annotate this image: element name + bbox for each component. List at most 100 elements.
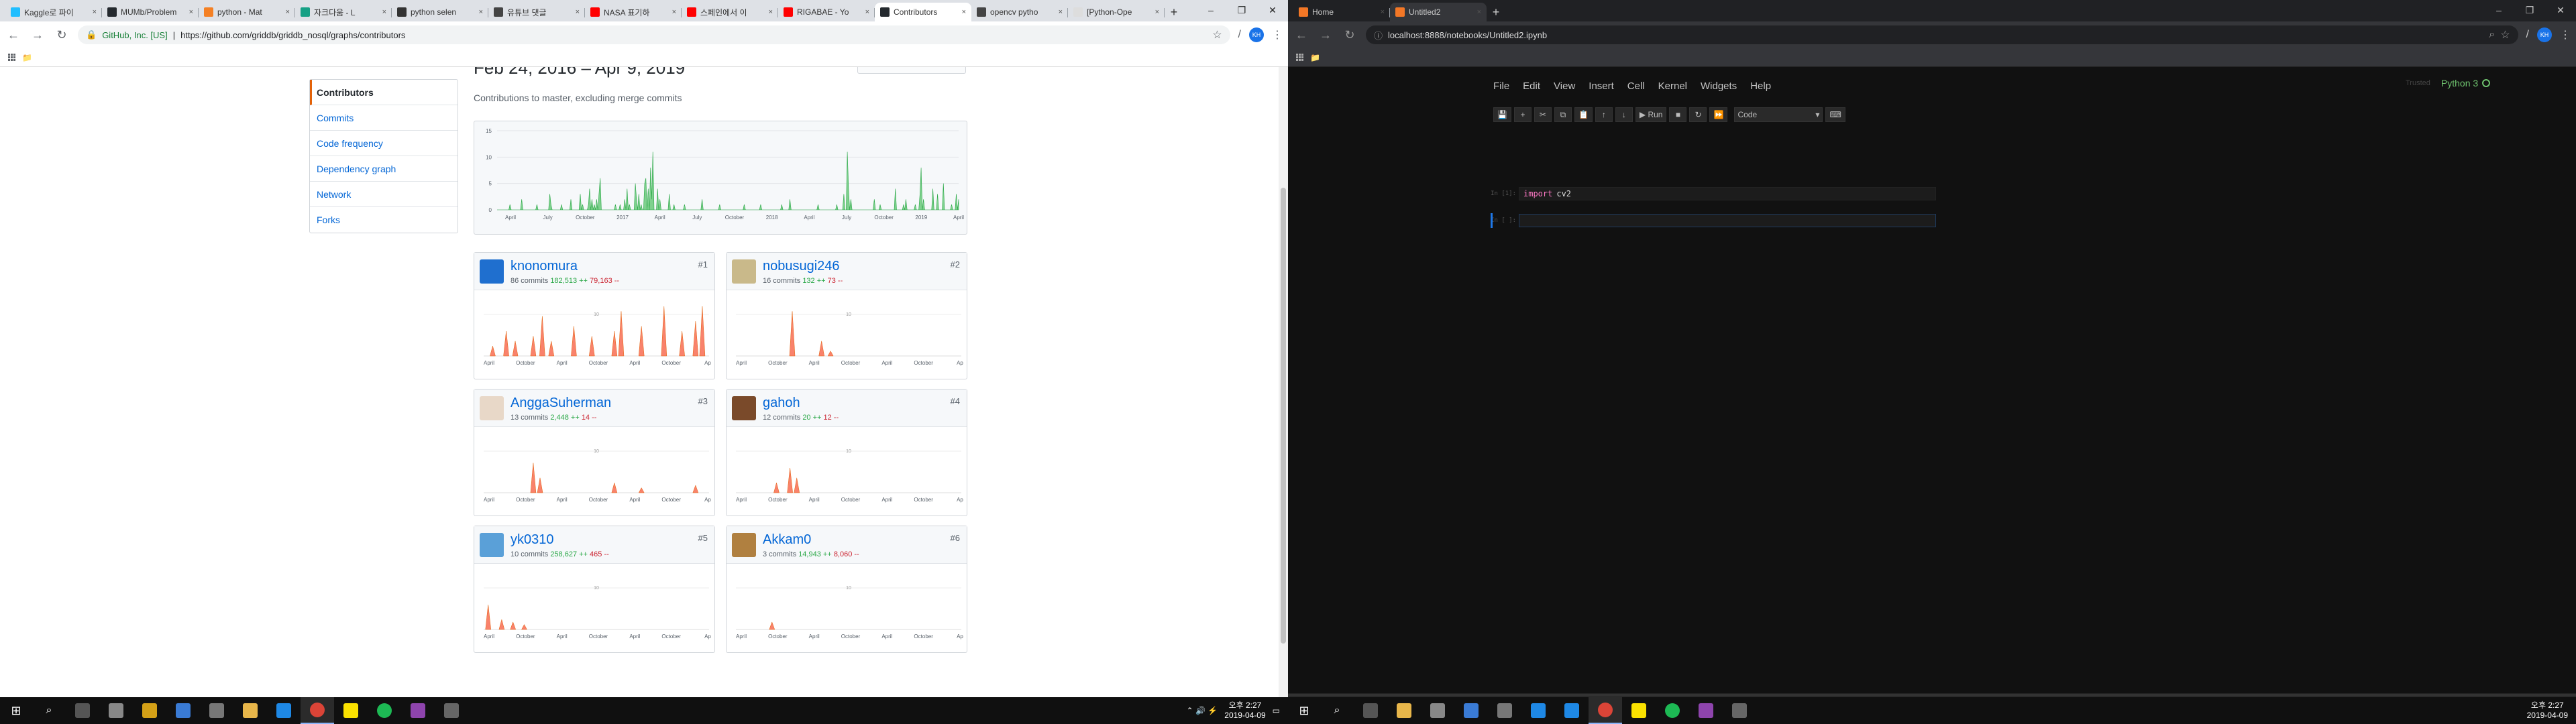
cell-input[interactable] [1519,214,1936,227]
sidenav-item[interactable]: Contributors [310,80,458,105]
new-tab-button[interactable]: + [1165,3,1183,21]
tab-close-icon[interactable]: × [672,8,676,16]
profile-avatar-right[interactable]: KH [2537,27,2552,42]
browser-tab[interactable]: 스페인에서 이 × [682,3,778,21]
omnibox[interactable]: 🔒 GitHub, Inc. [US] | https://github.com… [78,25,1230,44]
menu-icon[interactable]: ⋮ [2560,28,2571,42]
browser-tab[interactable]: 유튜브 댓글 × [488,3,585,21]
bookmark-star-icon[interactable]: ☆ [1212,28,1222,42]
profile-avatar[interactable]: KH [1249,27,1264,42]
tray-icons[interactable]: ⌃ 🔊 ⚡ [1187,706,1218,715]
zoom-icon[interactable]: ⌕ [2489,29,2495,41]
bookmark-folder-icon[interactable]: 📁 [22,53,32,62]
browser-tab[interactable]: opencv pytho × [971,3,1068,21]
contributor-login[interactable]: Akkam0 [763,532,811,548]
browser-tab[interactable]: Untitled2 × [1390,3,1487,21]
toolbar-button[interactable]: ■ [1669,107,1687,122]
tab-close-icon[interactable]: × [189,8,193,16]
code-cell[interactable]: In [ ]: [1491,213,1936,228]
search-icon[interactable]: ⌕ [32,697,66,724]
sidenav-item[interactable]: Code frequency [310,131,458,156]
close-icon[interactable]: ✕ [2545,0,2576,20]
avatar[interactable] [480,396,504,420]
windows-start-icon[interactable]: ⊞ [0,697,32,724]
chrome-icon[interactable] [1589,697,1622,724]
menu-item[interactable]: Widgets [1701,80,1737,92]
toolbar-button[interactable]: ⏩ [1709,107,1728,122]
commit-count[interactable]: 16 commits [763,277,800,285]
browser-tab[interactable]: RIGABAE - Yo × [778,3,875,21]
bookmark-folder-icon[interactable]: 📁 [1310,53,1320,62]
notification-icon[interactable]: ▭ [1273,706,1280,715]
contributor-login[interactable]: nobusugi246 [763,259,840,274]
cell-input[interactable]: import cv2 [1519,187,1936,200]
browser-tab[interactable]: Contributors × [875,3,971,21]
avatar[interactable] [732,259,756,284]
app-icon-7[interactable] [435,697,468,724]
page-scrollbar[interactable] [1279,67,1288,699]
browser-tab[interactable]: NASA 표기하 × [585,3,682,21]
tab-close-icon[interactable]: × [1155,8,1159,16]
tab-close-icon[interactable]: × [93,8,97,16]
browser-tab[interactable]: python - Mat × [199,3,295,21]
file-explorer-icon[interactable] [1387,697,1421,724]
app-icon-6[interactable] [1689,697,1723,724]
tab-close-icon[interactable]: × [1381,8,1385,16]
sidenav-item[interactable]: Network [310,182,458,207]
menu-item[interactable]: Kernel [1658,80,1687,92]
tab-close-icon[interactable]: × [865,8,869,16]
toolbar-button[interactable]: 💾 [1493,107,1511,122]
tab-close-icon[interactable]: × [382,8,386,16]
file-explorer-icon[interactable] [233,697,267,724]
browser-tab[interactable]: Home × [1293,3,1390,21]
browser-tab[interactable]: MUMb/Problem × [102,3,199,21]
sidenav-item[interactable]: Dependency graph [310,156,458,182]
menu-icon[interactable]: ⋮ [1272,28,1283,42]
search-icon[interactable]: ⌕ [1320,697,1354,724]
url-text-right[interactable]: localhost:8888/notebooks/Untitled2.ipynb [1388,30,1547,40]
avatar[interactable] [732,396,756,420]
apps-icon[interactable] [8,54,15,61]
app-icon-4[interactable] [1555,697,1589,724]
contributor-login[interactable]: knonomura [511,259,578,274]
app-icon-7[interactable] [1723,697,1756,724]
app-icon-3[interactable] [1488,697,1521,724]
back-icon[interactable]: ← [1293,28,1309,42]
app-icon-4[interactable] [200,697,233,724]
forward-icon[interactable]: → [30,28,46,42]
clock[interactable]: 오후 2:27 2019-04-09 [1224,701,1265,721]
app-icon-1[interactable] [1421,697,1454,724]
contributor-login[interactable]: AnggaSuherman [511,396,611,411]
edge-icon[interactable] [1521,697,1555,724]
commit-count[interactable]: 10 commits [511,550,548,558]
app-icon-5[interactable] [368,697,401,724]
tab-close-icon[interactable]: × [286,8,290,16]
toolbar-button[interactable]: ↻ [1689,107,1707,122]
tab-close-icon[interactable]: × [962,8,966,16]
omnibox-right[interactable]: ⓘ localhost:8888/notebooks/Untitled2.ipy… [1366,25,2518,44]
reload-icon[interactable]: ↻ [54,28,70,42]
scrollbar-thumb[interactable] [1281,188,1286,644]
commit-count[interactable]: 3 commits [763,550,796,558]
browser-tab[interactable]: 자크다움 - L × [295,3,392,21]
tab-close-icon[interactable]: × [769,8,773,16]
clock[interactable]: 오후 2:27 2019-04-09 [2527,701,2568,721]
tab-close-icon[interactable]: × [479,8,483,16]
minimize-icon[interactable]: – [1195,0,1226,20]
avatar[interactable] [480,259,504,284]
app-icon-2[interactable] [1454,697,1488,724]
toolbar-button[interactable]: ▶ Run [1635,107,1667,122]
menu-item[interactable]: Edit [1523,80,1540,92]
app-icon-3[interactable] [166,697,200,724]
edge-icon[interactable] [267,697,301,724]
toolbar-button[interactable]: ✂ [1534,107,1552,122]
reload-icon[interactable]: ↻ [1342,28,1358,42]
app-icon-1[interactable] [99,697,133,724]
browser-tab[interactable]: [Python-Ope × [1068,3,1165,21]
toolbar-button[interactable]: ↑ [1595,107,1613,122]
extension-icon[interactable]: / [2526,29,2529,41]
commit-count[interactable]: 13 commits [511,414,548,422]
tab-close-icon[interactable]: × [576,8,580,16]
toolbar-button[interactable]: ⧉ [1554,107,1572,122]
toolbar-button[interactable]: + [1513,107,1532,122]
